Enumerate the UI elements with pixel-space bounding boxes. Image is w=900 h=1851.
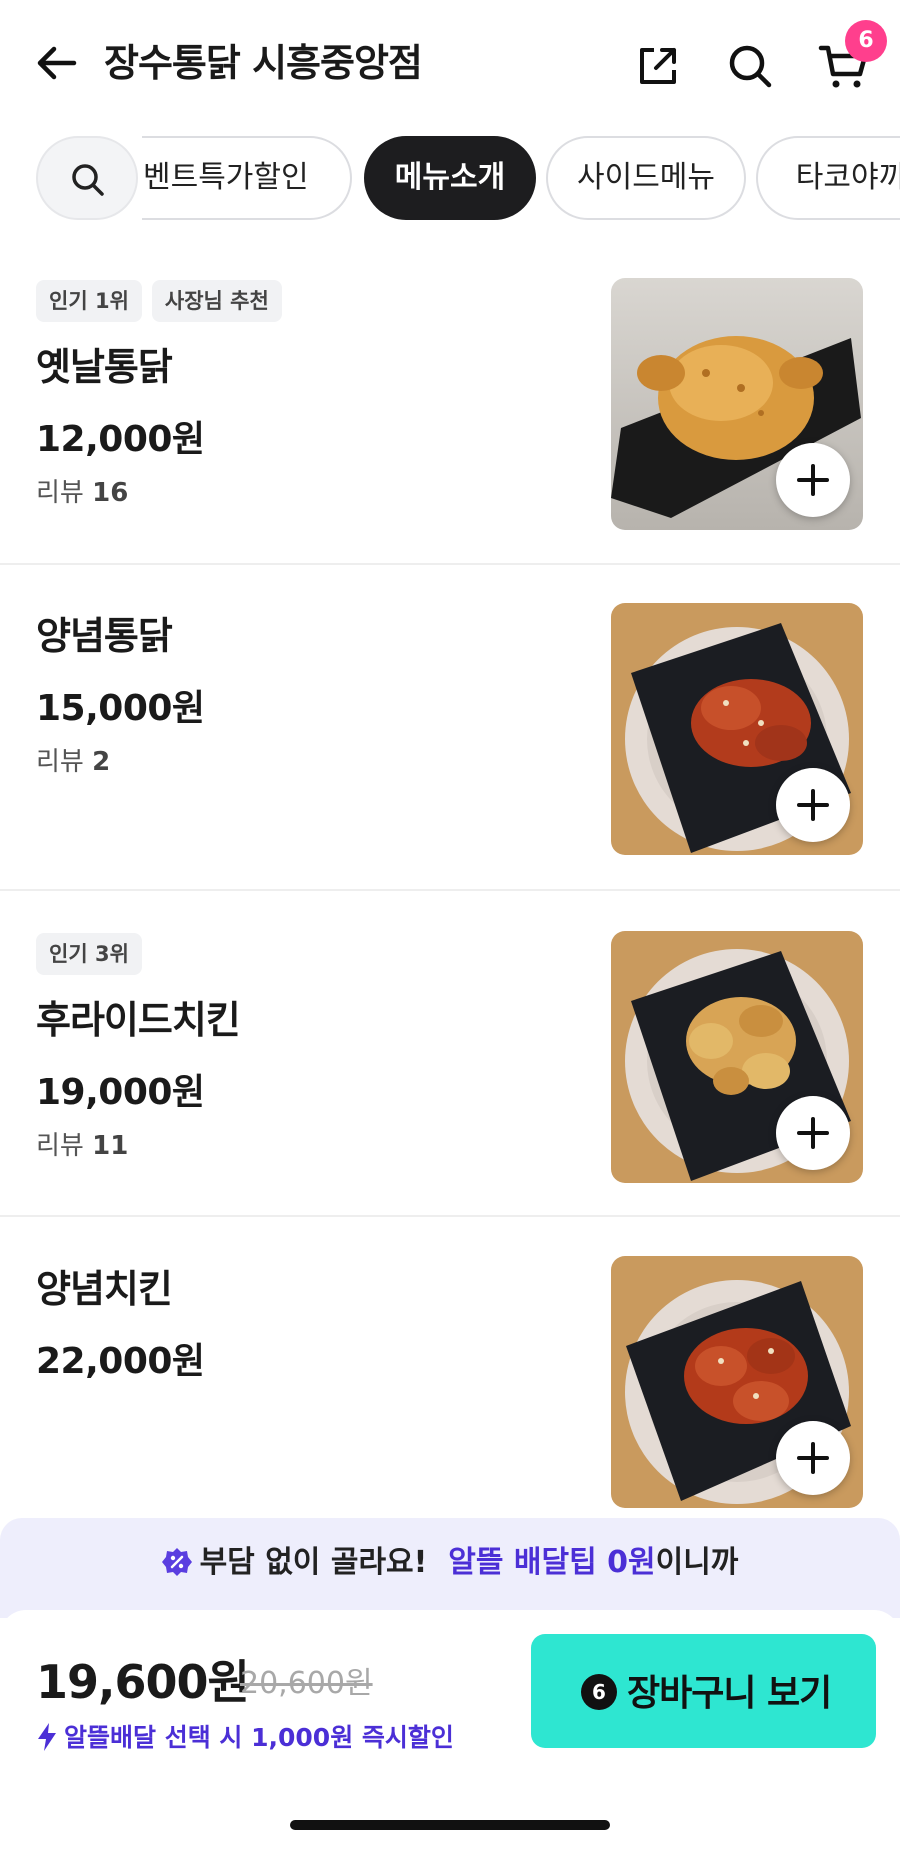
menu-item-name: 양념통닭 xyxy=(36,614,173,658)
menu-search-button[interactable] xyxy=(36,136,138,220)
view-cart-button[interactable]: 6 장바구니 보기 xyxy=(531,1634,876,1748)
cart-count-badge: 6 xyxy=(845,20,887,62)
back-arrow-icon[interactable] xyxy=(34,40,80,86)
popular-rank-badge: 인기 1위 xyxy=(36,280,142,322)
menu-item-name: 양념치킨 xyxy=(36,1267,173,1311)
promo-text: 부담 없이 골라요! xyxy=(199,1545,428,1580)
tab-event-sale[interactable]: 이벤트특가할인 xyxy=(142,136,352,220)
menu-item[interactable]: 인기 1위 사장님 추천 옛날통닭 12,000원 리뷰 16 xyxy=(0,278,900,605)
add-to-cart-button[interactable] xyxy=(776,1096,850,1170)
delivery-promo-banner: 부담 없이 골라요! 알뜰 배달팁 0원이니까 xyxy=(0,1518,900,1618)
page-title: 장수통닭 시흥중앙점 xyxy=(104,41,423,85)
original-price: 20,600원 xyxy=(240,1666,373,1701)
menu-item-price: 22,000원 xyxy=(36,1341,205,1382)
add-to-cart-button[interactable] xyxy=(776,443,850,517)
tab-menu-intro[interactable]: 메뉴소개 xyxy=(364,136,536,220)
tab-side-menu[interactable]: 사이드메뉴 xyxy=(546,136,746,220)
search-icon[interactable] xyxy=(726,42,774,90)
menu-item-name: 후라이드치킨 xyxy=(36,998,241,1042)
menu-item-price: 15,000원 xyxy=(36,688,205,729)
promo-suffix-text: 이니까 xyxy=(655,1545,739,1580)
divider xyxy=(0,563,900,565)
owner-pick-badge: 사장님 추천 xyxy=(151,280,282,322)
view-cart-label: 장바구니 보기 xyxy=(627,1673,832,1714)
add-to-cart-button[interactable] xyxy=(776,768,850,842)
menu-item-price: 19,000원 xyxy=(36,1072,205,1113)
share-icon[interactable] xyxy=(636,44,680,88)
checkout-bar: 19,600원 20,600원 알뜰배달 선택 시 1,000원 즉시할인 6 … xyxy=(0,1610,900,1851)
promo-accent-text: 알뜰 배달팁 0원 xyxy=(448,1545,656,1580)
menu-item-review: 리뷰 2 xyxy=(36,747,111,777)
total-price: 19,600원 xyxy=(36,1655,250,1709)
lightning-icon xyxy=(38,1723,56,1751)
store-menu-page: 장수통닭 시흥중앙점 6 이벤트특가할인 메뉴소개 사이드메뉴 타코야끼 인기 … xyxy=(0,0,900,1851)
add-to-cart-button[interactable] xyxy=(776,1421,850,1495)
menu-item[interactable]: 인기 3위 후라이드치킨 19,000원 리뷰 11 xyxy=(0,931,900,1258)
search-icon xyxy=(72,164,104,196)
popular-rank-badge: 인기 3위 xyxy=(36,933,142,975)
divider xyxy=(0,889,900,891)
divider xyxy=(0,1215,900,1217)
menu-item-review: 리뷰 16 xyxy=(36,478,129,508)
discount-badge-icon xyxy=(161,1547,192,1576)
top-header: 장수통닭 시흥중앙점 6 xyxy=(0,0,900,130)
category-tabs: 이벤트특가할인 메뉴소개 사이드메뉴 타코야끼 xyxy=(0,136,900,220)
tab-takoyaki[interactable]: 타코야끼 xyxy=(756,136,900,220)
menu-item-review: 리뷰 11 xyxy=(36,1131,129,1161)
menu-item[interactable]: 양념통닭 15,000원 리뷰 2 xyxy=(0,603,900,930)
menu-item-price: 12,000원 xyxy=(36,419,205,460)
cart-count-badge: 6 xyxy=(581,1674,617,1710)
home-indicator[interactable] xyxy=(290,1820,610,1830)
discount-note: 알뜰배달 선택 시 1,000원 즉시할인 xyxy=(36,1718,454,1754)
menu-item-name: 옛날통닭 xyxy=(36,345,173,389)
